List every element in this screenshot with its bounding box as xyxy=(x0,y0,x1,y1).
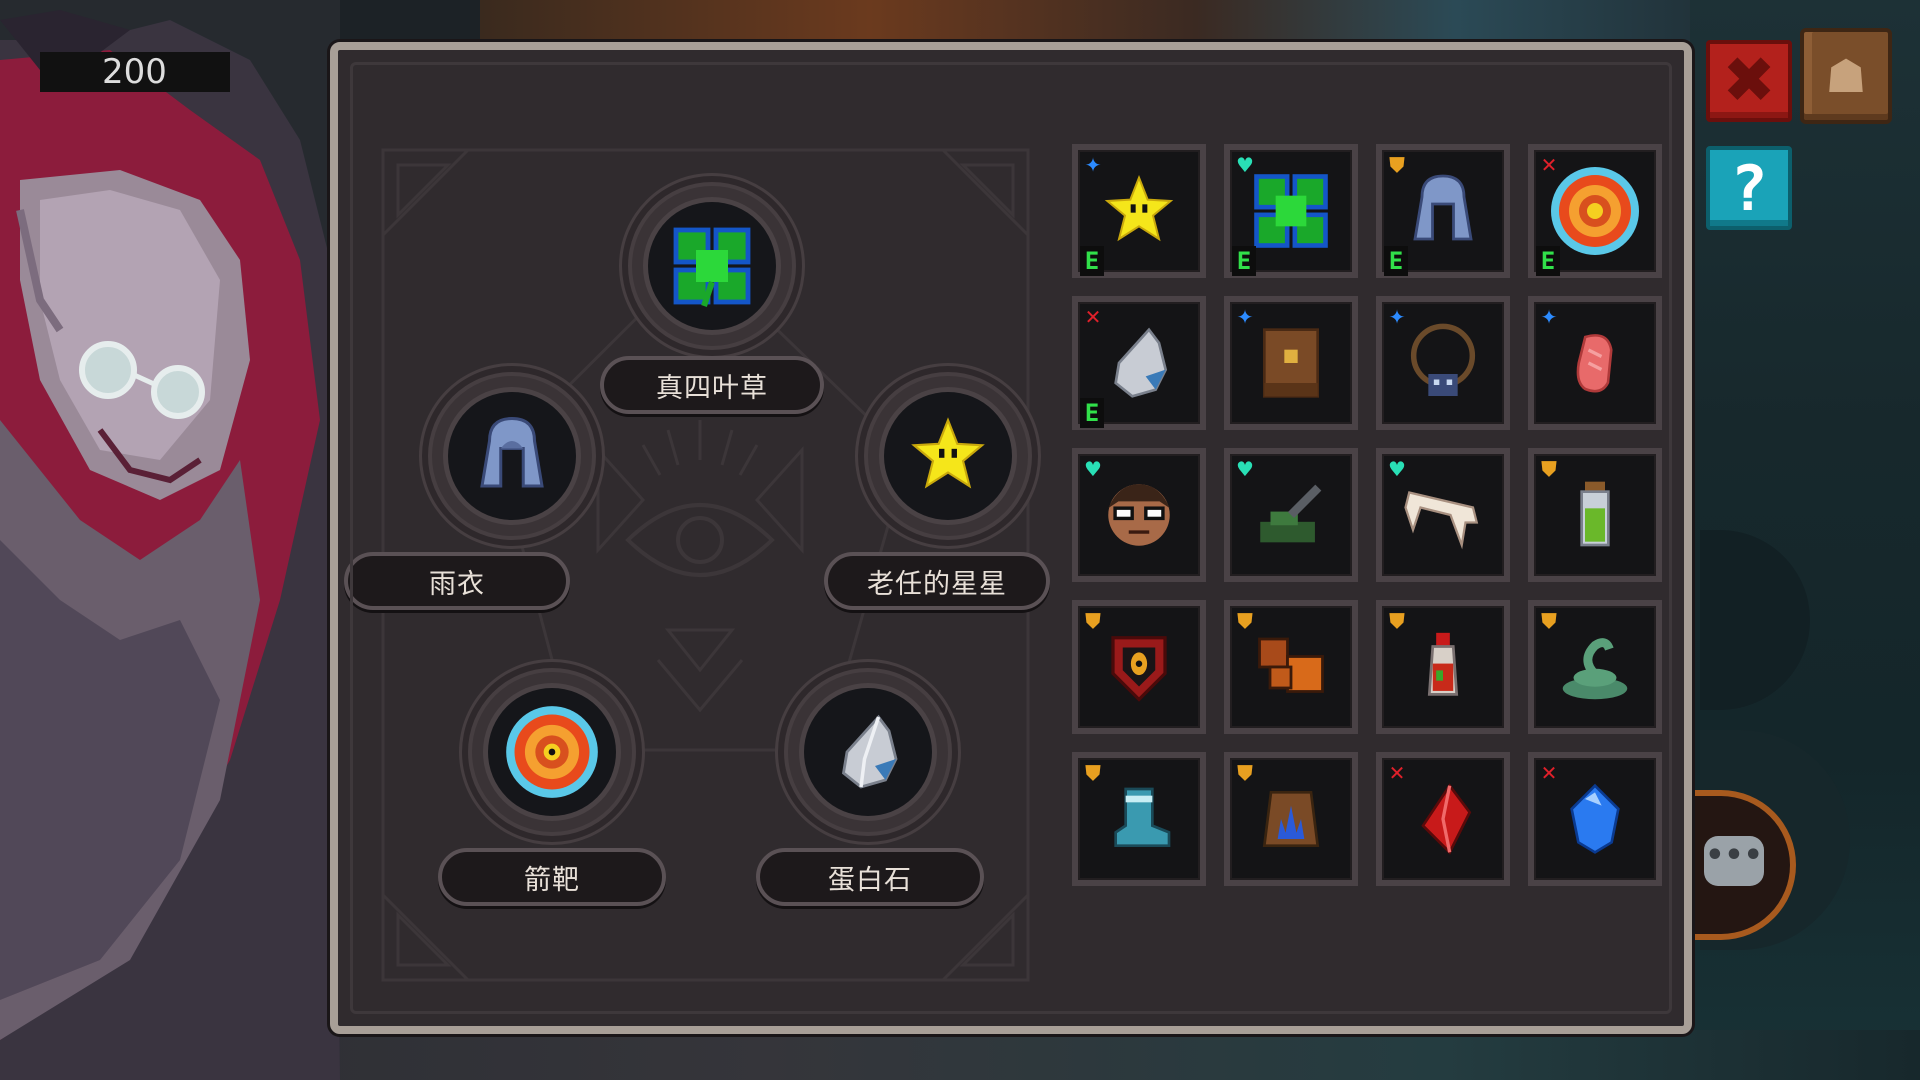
target-icon xyxy=(506,706,598,798)
equip-slot-target-frame xyxy=(488,688,616,816)
equip-slot-clover-frame xyxy=(648,202,776,330)
target-icon xyxy=(1551,167,1639,255)
inventory-slot[interactable]: ✦ E xyxy=(1072,144,1206,278)
equip-label-text: 老任的星星 xyxy=(867,568,1007,600)
merchant-character-portrait xyxy=(0,0,340,1080)
equip-slot-star-frame xyxy=(884,392,1012,520)
four-leaf-clover-icon xyxy=(1254,174,1328,248)
equipped-tag: E xyxy=(1232,246,1256,276)
snake-icon xyxy=(1562,638,1628,700)
inventory-slot[interactable]: ✦ xyxy=(1224,296,1358,430)
inventory-slot[interactable]: ⛊ E xyxy=(1376,144,1510,278)
raincoat-icon xyxy=(480,416,544,488)
equip-label-text: 真四叶草 xyxy=(656,372,768,404)
equip-label-opal: 蛋白石 xyxy=(756,848,984,906)
equip-slot-star[interactable] xyxy=(868,376,1028,536)
equip-label-star: 老任的星星 xyxy=(824,552,1050,610)
inventory-slot[interactable]: ♥ xyxy=(1224,448,1358,582)
equipped-tag: E xyxy=(1536,246,1560,276)
chat-bubble-icon: ••• xyxy=(1704,836,1764,886)
item-inventory-panel: 真四叶草 雨衣 老任的星星 箭靶 蛋白石 ✦ E ♥ E ⛊ E ✕ E ✕ E… xyxy=(330,42,1692,1034)
four-leaf-clover-icon xyxy=(673,227,751,307)
inventory-grid: ✦ E ♥ E ⛊ E ✕ E ✕ E ✦ ✦ ✦ ♥ ♥ ♥ ⛊ ⛊ ⛊ ⛊ … xyxy=(1072,144,1666,886)
equipped-tag: E xyxy=(1384,246,1408,276)
equip-slot-target[interactable] xyxy=(472,672,632,832)
opal-icon xyxy=(841,714,898,789)
red-crystal-icon xyxy=(1421,783,1472,855)
shield-eye-icon xyxy=(1111,636,1167,702)
close-icon: ✖ xyxy=(1722,44,1776,118)
equip-label-target: 箭靶 xyxy=(438,848,666,906)
journal-book-button[interactable]: ☗ xyxy=(1800,28,1892,124)
inventory-slot[interactable]: ⛊ xyxy=(1224,752,1358,886)
inventory-slot[interactable]: ⛊ xyxy=(1528,448,1662,582)
potion-red-icon xyxy=(1427,632,1459,696)
opal-icon xyxy=(1114,327,1168,398)
equip-slot-opal[interactable] xyxy=(788,672,948,832)
meat-icon xyxy=(1576,334,1613,393)
inventory-slot[interactable]: ♥ E xyxy=(1224,144,1358,278)
equip-slot-clover[interactable] xyxy=(632,186,792,346)
inventory-slot[interactable]: ⛊ xyxy=(1072,752,1206,886)
inventory-slot[interactable]: ✕ E xyxy=(1528,144,1662,278)
potion-green-icon xyxy=(1580,481,1610,547)
boot-icon xyxy=(1114,787,1171,847)
equip-label-text: 箭靶 xyxy=(524,864,580,896)
equipped-items-pentagram: 真四叶草 雨衣 老任的星星 箭靶 蛋白石 xyxy=(338,50,1058,1026)
help-button[interactable]: ? xyxy=(1706,146,1792,230)
equip-slot-raincoat-frame xyxy=(448,392,576,520)
inventory-slot[interactable]: ♥ xyxy=(1072,448,1206,582)
blue-flame-bag-icon xyxy=(1262,791,1320,847)
close-button[interactable]: ✖ xyxy=(1706,40,1792,122)
book-icon: ☗ xyxy=(1825,49,1867,103)
inventory-slot[interactable]: ✦ xyxy=(1528,296,1662,430)
necklace-icon xyxy=(1410,323,1476,396)
tank-icon xyxy=(1260,484,1322,543)
star-icon xyxy=(1104,174,1174,242)
question-mark-icon: ? xyxy=(1730,151,1768,225)
equipped-tag: E xyxy=(1080,246,1104,276)
inventory-slot[interactable]: ✕ E xyxy=(1072,296,1206,430)
scroll-icon xyxy=(1263,328,1319,398)
inventory-slot[interactable]: ♥ xyxy=(1376,448,1510,582)
score-counter: 200 xyxy=(40,52,230,92)
glasses-face-icon xyxy=(1108,484,1170,546)
inventory-slot[interactable]: ✕ xyxy=(1528,752,1662,886)
inventory-slot[interactable]: ⛊ xyxy=(1072,600,1206,734)
inventory-slot[interactable]: ✕ xyxy=(1376,752,1510,886)
star-icon xyxy=(911,417,985,489)
inventory-slot[interactable]: ⛊ xyxy=(1376,600,1510,734)
score-value: 200 xyxy=(102,52,167,92)
equip-label-clover: 真四叶草 xyxy=(600,356,824,414)
equip-label-raincoat: 雨衣 xyxy=(344,552,570,610)
equipped-tag: E xyxy=(1080,398,1104,428)
inventory-slot[interactable]: ⛊ xyxy=(1224,600,1358,734)
bone-icon xyxy=(1404,491,1479,550)
inventory-slot[interactable]: ⛊ xyxy=(1528,600,1662,734)
equip-slot-raincoat[interactable] xyxy=(432,376,592,536)
raincoat-icon xyxy=(1413,174,1473,241)
equip-label-text: 雨衣 xyxy=(429,568,485,600)
bricks-icon xyxy=(1258,637,1324,693)
inventory-slot[interactable]: ✦ xyxy=(1376,296,1510,430)
equip-label-text: 蛋白石 xyxy=(828,864,912,896)
blue-gem-icon xyxy=(1570,783,1620,854)
equip-slot-opal-frame xyxy=(804,688,932,816)
